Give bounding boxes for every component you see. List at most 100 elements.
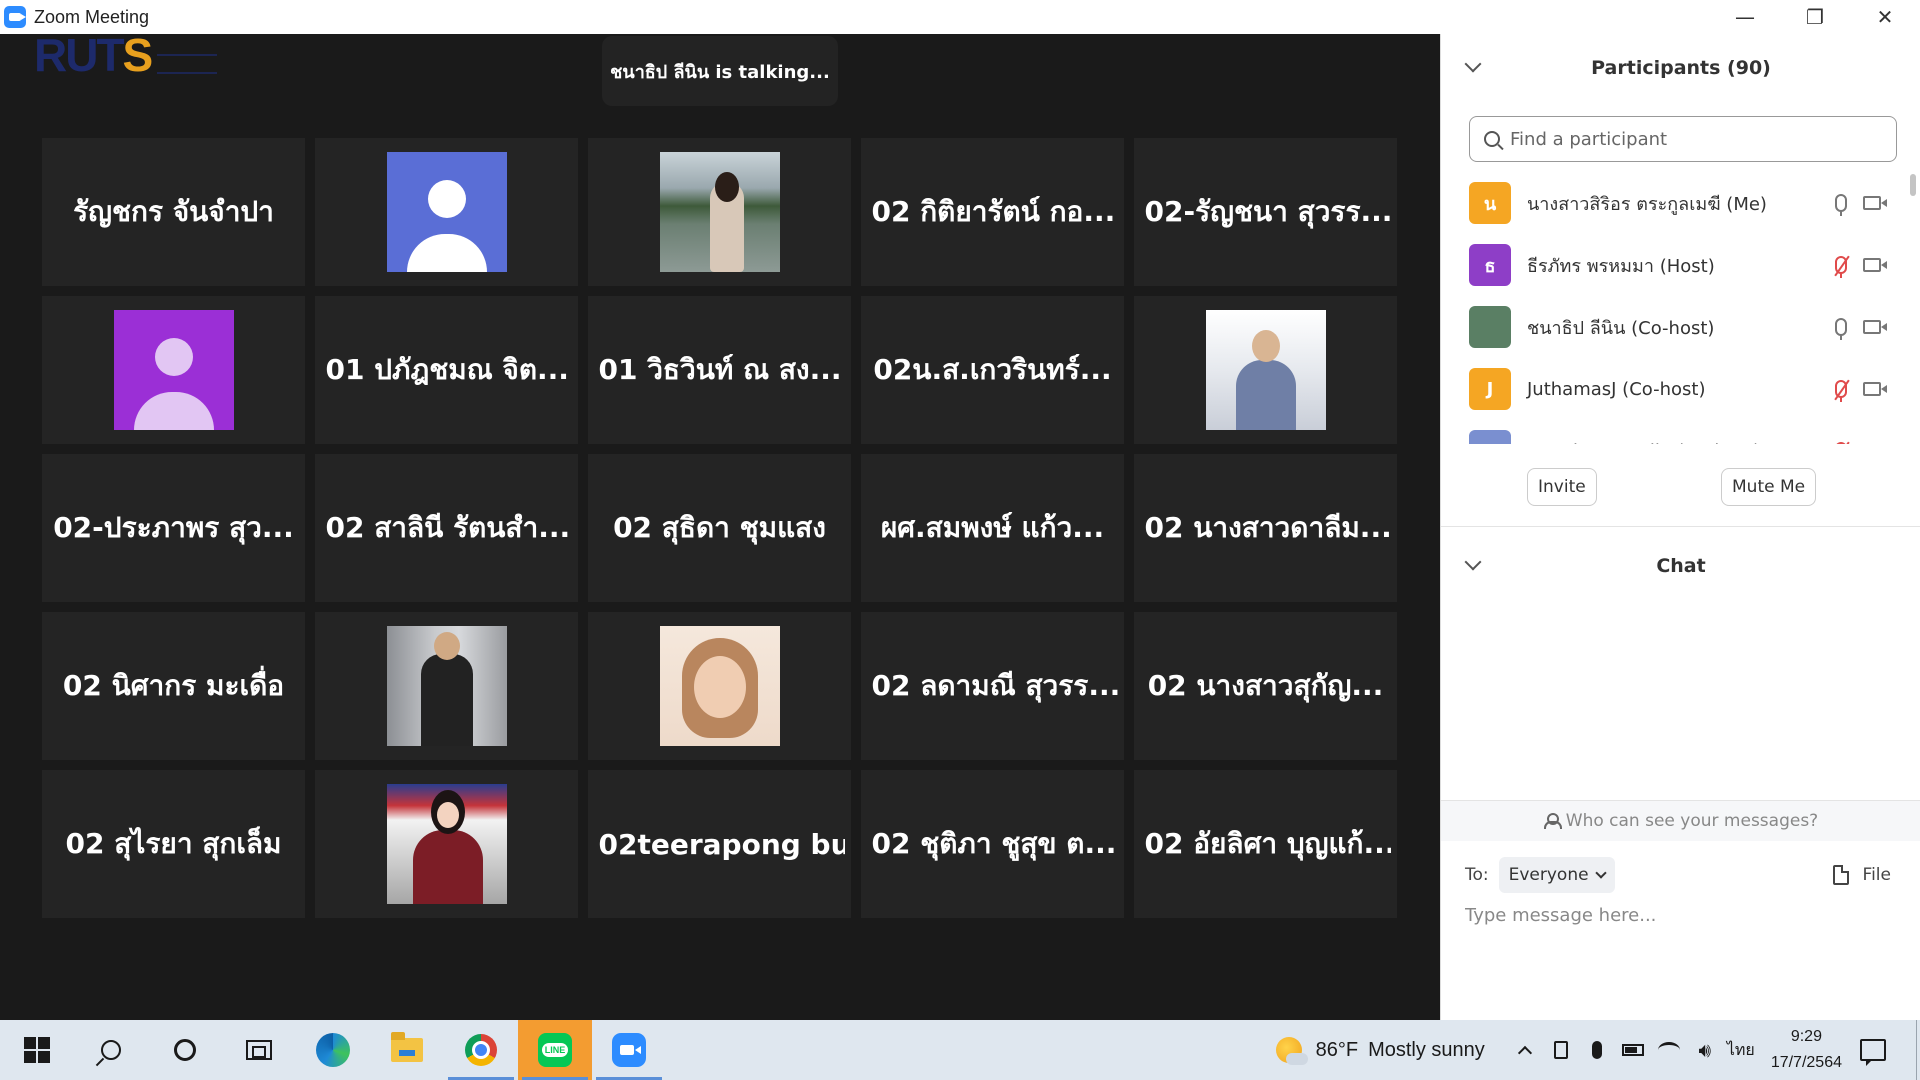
microphone-muted-icon[interactable] xyxy=(1835,256,1847,278)
video-tile[interactable]: 02 นิศากร มะเดื่อ xyxy=(42,612,305,760)
participant-tile-name: 02 สุธิดา ชุมแสง xyxy=(613,511,826,544)
zoom-icon xyxy=(612,1033,646,1067)
title-bar: Zoom Meeting xyxy=(0,0,1440,34)
video-tile[interactable]: 01 ปภัฎชมณ จิต... xyxy=(315,296,578,444)
selfie-photo xyxy=(659,626,780,746)
participant-tile-name: 02teerapong bu... xyxy=(598,827,845,861)
microphone-icon[interactable] xyxy=(1835,194,1847,216)
participant-row[interactable]: ธ ธีรภัทร พรหมมา (Host) xyxy=(1441,234,1911,296)
notification-center-icon[interactable] xyxy=(1860,1039,1886,1066)
video-tile[interactable] xyxy=(1134,296,1397,444)
cortana-button[interactable] xyxy=(148,1020,222,1080)
participant-tile-name: 02-ประภาพร สุว... xyxy=(53,511,294,544)
video-tile[interactable]: 02-ประภาพร สุว... xyxy=(42,454,305,602)
side-panel: Participants (90) น นางสาวสิริอร ตระกูลเม… xyxy=(1440,34,1920,1020)
video-tile[interactable] xyxy=(315,770,578,918)
video-tile[interactable]: 02 นางสาวดาลีม... xyxy=(1134,454,1397,602)
collapse-participants-icon[interactable] xyxy=(1464,55,1482,73)
restore-button[interactable]: ❐ xyxy=(1780,0,1850,34)
taskbar-chrome[interactable] xyxy=(444,1020,518,1080)
microphone-muted-icon[interactable] xyxy=(1835,442,1847,444)
recipient-value: Everyone xyxy=(1508,865,1589,885)
taskbar-edge[interactable] xyxy=(296,1020,370,1080)
video-tile[interactable]: 02 นางสาวสุกัญ... xyxy=(1134,612,1397,760)
battery-icon xyxy=(1621,1044,1644,1056)
tray-mic-button[interactable] xyxy=(1579,1020,1615,1080)
taskbar-zoom[interactable] xyxy=(592,1020,666,1080)
video-tile[interactable]: 02 สุธิดา ชุมแสง xyxy=(588,454,851,602)
video-tile[interactable]: 02-รัญชนา สุวรร... xyxy=(1134,138,1397,286)
video-tile[interactable]: ผศ.สมพงษ์ แก้ว... xyxy=(861,454,1124,602)
taskbar-line[interactable]: LINE xyxy=(518,1020,592,1080)
tray-battery-button[interactable] xyxy=(1615,1020,1651,1080)
video-tile[interactable]: 02 กิติยารัตน์ กอ... xyxy=(861,138,1124,286)
video-camera-icon[interactable] xyxy=(1863,382,1887,396)
recipient-dropdown[interactable]: Everyone xyxy=(1498,857,1615,893)
tray-device-button[interactable] xyxy=(1543,1020,1579,1080)
talking-indicator: ชนาธิป ลีนิน is talking... xyxy=(602,36,838,106)
participant-row[interactable]: น นางสาวสิริอร ตระกูลเมฆี (Me) xyxy=(1441,172,1911,234)
file-icon xyxy=(1832,865,1849,885)
microphone-icon[interactable] xyxy=(1835,318,1847,340)
suit-photo xyxy=(386,626,507,746)
minimize-button[interactable]: — xyxy=(1710,0,1780,34)
line-label: LINE xyxy=(541,1043,569,1057)
invite-button[interactable]: Invite xyxy=(1527,468,1597,506)
who-can-see-link[interactable]: Who can see your messages? xyxy=(1441,801,1920,841)
file-button[interactable]: File xyxy=(1832,857,1891,893)
participant-status-icons xyxy=(1835,194,1887,216)
video-tile[interactable] xyxy=(315,138,578,286)
video-tile[interactable]: 02 สุไรยา สุกเล็ม xyxy=(42,770,305,918)
chat-message-input[interactable] xyxy=(1465,905,1895,926)
video-tile[interactable]: 01 วิธวินท์ ณ สง... xyxy=(588,296,851,444)
participants-header: Participants (90) xyxy=(1441,52,1920,84)
participant-status-icons xyxy=(1835,318,1887,340)
start-button[interactable] xyxy=(0,1020,74,1080)
participant-status-icons xyxy=(1835,442,1887,444)
participant-row[interactable]: Paradee Pongjin (Co-host) xyxy=(1441,420,1911,444)
chat-composer: Who can see your messages? To: Everyone … xyxy=(1441,800,1920,1020)
video-tile[interactable]: 02 ชุติภา ชูสุข ต.... xyxy=(861,770,1124,918)
video-tile[interactable]: รัญชกร จันจำปา xyxy=(42,138,305,286)
show-desktop-button[interactable] xyxy=(1916,1020,1920,1080)
video-tile[interactable] xyxy=(588,138,851,286)
participant-scrollbar[interactable] xyxy=(1910,168,1916,444)
taskbar-file-explorer[interactable] xyxy=(370,1020,444,1080)
taskbar-search-button[interactable] xyxy=(74,1020,148,1080)
task-view-button[interactable] xyxy=(222,1020,296,1080)
video-tile[interactable] xyxy=(315,612,578,760)
video-tile[interactable]: 02 ลดามณี สุวรร... xyxy=(861,612,1124,760)
video-camera-icon[interactable] xyxy=(1863,258,1887,272)
tray-wifi-button[interactable] xyxy=(1651,1020,1687,1080)
participant-row[interactable]: ชนาธิป ลีนิน (Co-host) xyxy=(1441,296,1911,358)
video-tile[interactable] xyxy=(588,612,851,760)
show-hidden-icons-button[interactable] xyxy=(1507,1020,1543,1080)
video-camera-icon[interactable] xyxy=(1863,320,1887,334)
close-button[interactable]: ✕ xyxy=(1850,0,1920,34)
participant-search-input[interactable] xyxy=(1510,128,1870,150)
participant-status-icons xyxy=(1835,380,1887,402)
rmuts-logo: RUTS xyxy=(34,32,218,78)
language-indicator[interactable]: ไทย xyxy=(1723,1020,1759,1080)
mute-me-button[interactable]: Mute Me xyxy=(1721,468,1817,506)
collapse-chat-icon[interactable] xyxy=(1464,553,1482,571)
weather-widget[interactable]: 86°F Mostly sunny xyxy=(1275,1037,1485,1065)
video-tile[interactable]: 02 สาลินี รัตนสำ... xyxy=(315,454,578,602)
microphone-muted-icon[interactable] xyxy=(1835,380,1847,402)
participant-search[interactable] xyxy=(1469,116,1897,162)
video-camera-icon[interactable] xyxy=(1863,196,1887,210)
tray-volume-button[interactable]: 🔊︎ xyxy=(1687,1020,1723,1080)
video-tile[interactable]: 02 อัยลิศา บุญแก้... xyxy=(1134,770,1397,918)
video-tile[interactable] xyxy=(42,296,305,444)
zoom-app-icon xyxy=(4,6,26,28)
search-icon xyxy=(1484,131,1500,147)
participant-row[interactable]: J JuthamasJ (Co-host) xyxy=(1441,358,1911,420)
device-icon xyxy=(1553,1041,1568,1059)
window-controls: — ❐ ✕ xyxy=(1440,0,1920,34)
participant-tile-name: ผศ.สมพงษ์ แก้ว... xyxy=(880,511,1105,544)
video-tile[interactable]: 02น.ส.เกวรินทร์... xyxy=(861,296,1124,444)
partly-sunny-icon xyxy=(1275,1037,1308,1065)
window-title: Zoom Meeting xyxy=(34,6,150,27)
clock[interactable]: 9:29 17/7/2564 xyxy=(1771,1024,1842,1076)
video-tile[interactable]: 02teerapong bu... xyxy=(588,770,851,918)
